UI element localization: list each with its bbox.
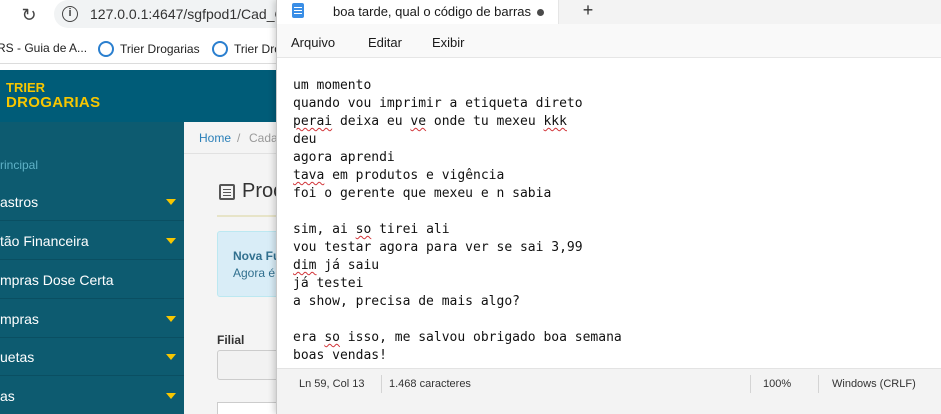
logo-top-text: TRIER bbox=[6, 80, 45, 95]
address-url: 127.0.0.1:4647/sgfpod1/Cad_C bbox=[90, 6, 285, 22]
text-line-empty bbox=[293, 311, 622, 329]
filial-label: Filial bbox=[217, 333, 245, 347]
sidebar-item-label: as bbox=[0, 388, 15, 404]
notepad-menubar: Arquivo Editar Exibir bbox=[277, 24, 941, 58]
text-line: boas vendas! bbox=[293, 348, 387, 363]
sidebar-item-gestao-financeira[interactable]: tão Financeira bbox=[0, 222, 184, 260]
status-separator bbox=[381, 375, 382, 393]
notepad-text: um momento quando vou imprimir a etiquet… bbox=[293, 77, 622, 365]
notepad-tabbar: boa tarde, qual o código de barras + bbox=[277, 0, 941, 24]
caret-down-icon bbox=[166, 316, 176, 322]
bookmark-label: Trier Dro bbox=[234, 42, 281, 56]
notepad-window: boa tarde, qual o código de barras + Arq… bbox=[277, 0, 941, 414]
text-line: foi o gerente que mexeu e n sabia bbox=[293, 186, 552, 201]
status-separator bbox=[750, 375, 751, 393]
alert-text: Agora é bbox=[233, 266, 276, 280]
bookmark-guia[interactable]: RS - Guia de A... bbox=[0, 41, 87, 55]
sidebar-item-label: mpras Dose Certa bbox=[0, 272, 114, 288]
sidebar-item-label: mpras bbox=[0, 311, 39, 327]
status-separator bbox=[818, 375, 819, 393]
text-line: já testei bbox=[293, 276, 364, 291]
list-icon bbox=[219, 184, 235, 200]
notepad-tab-title: boa tarde, qual o código de barras bbox=[333, 4, 532, 19]
status-char-count: 1.468 caracteres bbox=[389, 378, 471, 390]
sidebar-item-label: astros bbox=[0, 194, 39, 210]
screen: ↻ i 127.0.0.1:4647/sgfpod1/Cad_C RS - Gu… bbox=[0, 0, 941, 414]
notepad-file-icon bbox=[292, 3, 304, 18]
text-line: perai deixa eu ve onde tu mexeu kkk bbox=[293, 114, 567, 129]
sidebar: rincipal astros tão Financeira mpras Dos… bbox=[0, 122, 184, 414]
text-line: quando vou imprimir a etiqueta direto bbox=[293, 96, 583, 111]
sidebar-item-vendas[interactable]: as bbox=[0, 377, 184, 414]
sidebar-item-cadastros[interactable]: astros bbox=[0, 183, 184, 221]
text-line: sim, ai so tirei ali bbox=[293, 222, 450, 237]
logo-bottom-text: DROGARIAS bbox=[6, 94, 101, 111]
text-line: agora aprendi bbox=[293, 150, 395, 165]
caret-down-icon bbox=[166, 199, 176, 205]
notepad-tab[interactable]: boa tarde, qual o código de barras bbox=[277, 0, 559, 24]
notepad-text-area[interactable]: um momento quando vou imprimir a etiquet… bbox=[277, 59, 941, 368]
sidebar-item-label: tão Financeira bbox=[0, 233, 89, 249]
sidebar-section-principal: rincipal bbox=[0, 158, 39, 172]
site-info-icon[interactable]: i bbox=[62, 6, 78, 22]
menu-arquivo[interactable]: Arquivo bbox=[291, 35, 335, 50]
misspelled-word: tava bbox=[293, 168, 325, 183]
trier-logo[interactable]: TRIER DROGARIAS bbox=[6, 80, 100, 110]
breadcrumb-separator: / bbox=[237, 131, 241, 145]
text-line: vou testar agora para ver se sai 3,99 bbox=[293, 240, 583, 255]
misspelled-word: perai bbox=[293, 114, 333, 129]
misspelled-word: so bbox=[355, 222, 372, 237]
sidebar-item-etiquetas[interactable]: uetas bbox=[0, 338, 184, 376]
sidebar-item-label: uetas bbox=[0, 349, 35, 365]
breadcrumb-home[interactable]: Home bbox=[199, 131, 231, 145]
new-tab-plus-icon[interactable]: + bbox=[579, 0, 597, 21]
notepad-statusbar: Ln 59, Col 13 1.468 caracteres 100% Wind… bbox=[277, 368, 941, 414]
bookmark-trier-dro[interactable]: Trier Dro bbox=[212, 41, 281, 57]
text-line: um momento bbox=[293, 78, 372, 93]
misspelled-word: dim bbox=[293, 258, 317, 273]
globe-icon bbox=[212, 41, 228, 57]
text-line: tava em produtos e vigência bbox=[293, 168, 505, 183]
sidebar-item-compras[interactable]: mpras bbox=[0, 300, 184, 338]
bookmark-label: RS - Guia de A... bbox=[0, 41, 88, 55]
reload-icon[interactable]: ↻ bbox=[18, 4, 40, 26]
breadcrumb-current[interactable]: Cada bbox=[249, 131, 278, 145]
menu-editar[interactable]: Editar bbox=[368, 35, 402, 50]
globe-icon bbox=[98, 41, 114, 57]
text-line-empty bbox=[293, 203, 622, 221]
bookmark-trier-drogarias[interactable]: Trier Drogarias bbox=[98, 41, 200, 57]
status-zoom[interactable]: 100% bbox=[763, 378, 791, 390]
status-line-endings[interactable]: Windows (CRLF) bbox=[832, 378, 916, 390]
status-cursor-position: Ln 59, Col 13 bbox=[299, 378, 365, 390]
misspelled-word: kkk bbox=[543, 114, 567, 129]
menu-exibir[interactable]: Exibir bbox=[432, 35, 465, 50]
caret-down-icon bbox=[166, 238, 176, 244]
alert-title: Nova Fu bbox=[233, 249, 281, 263]
misspelled-word: ve bbox=[410, 114, 427, 129]
text-line: a show, precisa de mais algo? bbox=[293, 294, 520, 309]
text-line: era so isso, me salvou obrigado boa sema… bbox=[293, 330, 622, 345]
misspelled-word: so bbox=[324, 330, 340, 345]
sidebar-item-compras-dose-certa[interactable]: mpras Dose Certa bbox=[0, 261, 184, 299]
text-line: dim já saiu bbox=[293, 258, 380, 273]
unsaved-dot-icon[interactable] bbox=[537, 9, 544, 16]
caret-down-icon bbox=[166, 354, 176, 360]
bookmark-label: Trier Drogarias bbox=[120, 42, 200, 56]
caret-down-icon bbox=[166, 393, 176, 399]
text-line: deu bbox=[293, 132, 317, 147]
